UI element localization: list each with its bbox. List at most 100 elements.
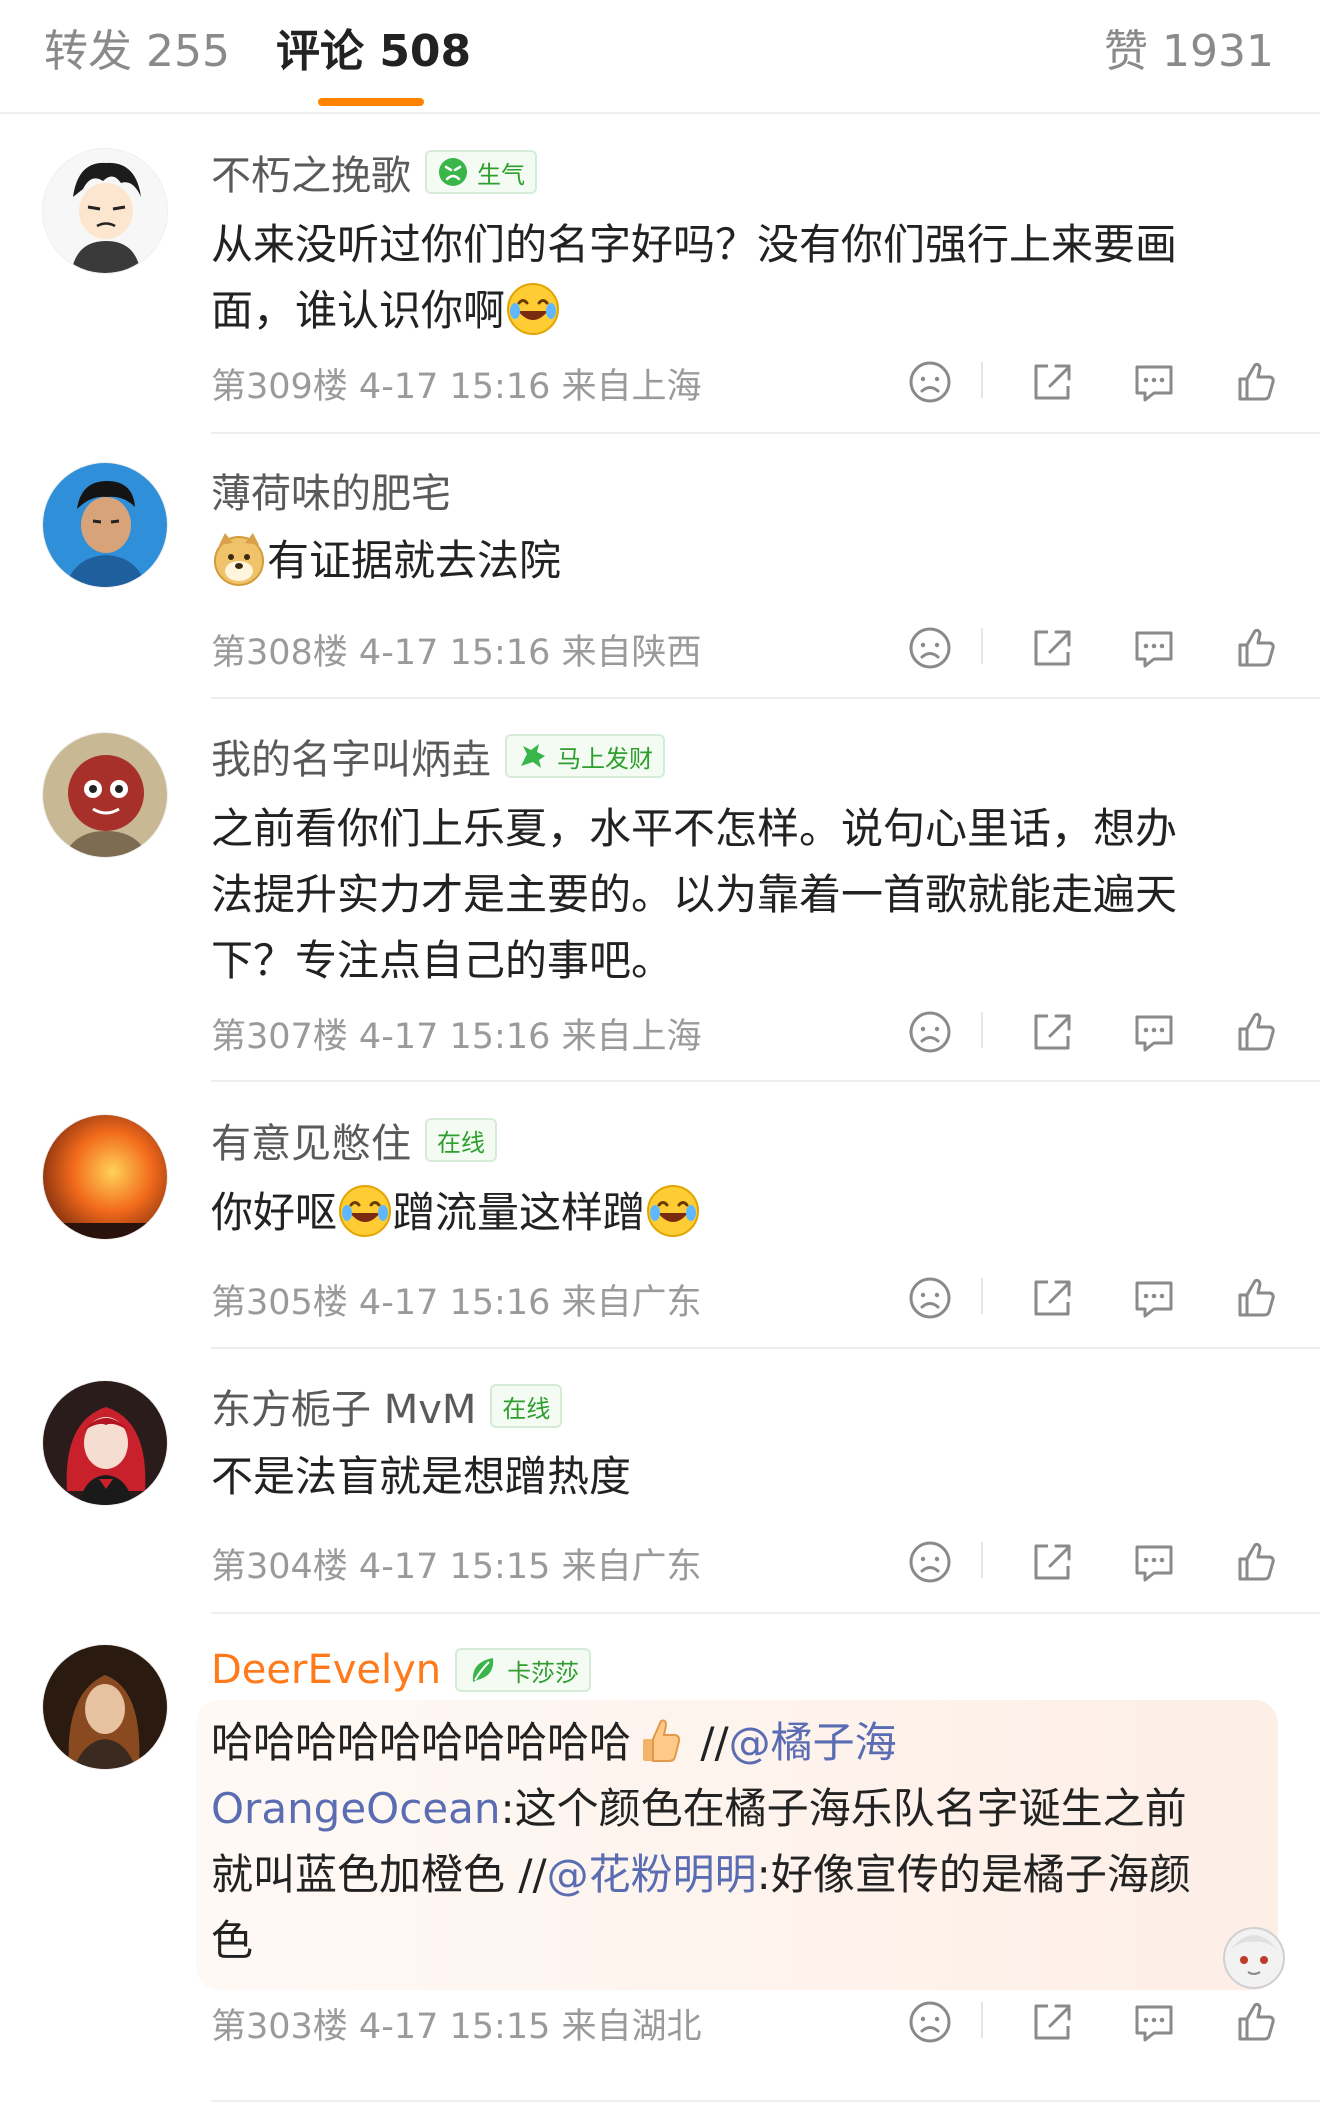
comment-text-line: 你好呕 蹭流量这样蹭	[211, 1180, 1271, 1246]
avatar[interactable]	[42, 1114, 168, 1240]
comment-meta: 第308楼 4-17 15:16 来自陕西	[211, 633, 702, 673]
comment-icon[interactable]	[1124, 1532, 1184, 1592]
comment-text-part: 哈哈哈哈哈哈哈哈哈哈	[211, 1718, 632, 1767]
action-divider	[981, 1542, 983, 1578]
divider	[211, 697, 1320, 699]
share-icon[interactable]	[1022, 1532, 1082, 1592]
sad-face-icon[interactable]	[900, 1992, 960, 2052]
comment-text-part: :好像宣传的是橘子海颜	[756, 1850, 1191, 1899]
comment-meta: 第304楼 4-17 15:15 来自广东	[211, 1547, 702, 1587]
comment-text-line: OrangeOcean:这个颜色在橘子海乐队名字诞生之前	[211, 1776, 1271, 1842]
active-tab-indicator	[318, 98, 424, 106]
comment-text-part: 就叫蓝色加橙色 //	[211, 1850, 547, 1899]
name-row: 薄荷味的肥宅	[211, 462, 451, 518]
comment-meta: 第309楼 4-17 15:16 来自上海	[211, 367, 702, 407]
comment-text-line: 之前看你们上乐夏，水平不怎样。说句心里话，想办	[211, 804, 1178, 853]
tab-reposts[interactable]: 转发 255	[44, 22, 230, 82]
action-divider	[981, 1278, 983, 1314]
sad-face-icon[interactable]	[900, 1002, 960, 1062]
comment-text-part: 你好呕	[211, 1188, 338, 1237]
thumbs-up-icon[interactable]	[1226, 1268, 1286, 1328]
comment-actions	[900, 1992, 1320, 2052]
badge-label: 马上发财	[557, 744, 653, 773]
action-divider	[981, 1012, 983, 1048]
leaf-icon	[472, 1658, 494, 1682]
comment-text-part: 蹭流量这样蹭	[393, 1188, 646, 1237]
avatar[interactable]	[42, 1380, 168, 1506]
tab-likes[interactable]: 赞 1931	[1104, 22, 1274, 82]
thumbs-up-icon[interactable]	[1226, 618, 1286, 678]
divider	[211, 2100, 1320, 2102]
sad-face-icon[interactable]	[900, 352, 960, 412]
mention-link[interactable]: OrangeOcean	[211, 1784, 501, 1833]
comment-text-line: 色	[211, 1916, 254, 1965]
comment-meta: 第303楼 4-17 15:15 来自湖北	[211, 2007, 702, 2047]
laughing-crying-emoji	[645, 1183, 701, 1239]
doge-emoji	[211, 531, 267, 587]
badge-label: 生气	[477, 160, 525, 189]
username[interactable]: 我的名字叫炳垚	[211, 727, 491, 785]
badge-label: 在线	[437, 1128, 485, 1157]
name-row: 东方栀子 MvM 在线	[211, 1377, 563, 1435]
thumbs-up-emoji	[631, 1713, 687, 1769]
name-row: DeerEvelyn 卡莎莎	[211, 1642, 592, 1698]
badge[interactable]: 生气	[425, 150, 537, 194]
badge[interactable]: 马上发财	[505, 734, 665, 778]
horse-icon	[521, 744, 545, 768]
comment-actions	[900, 352, 1320, 412]
comment-icon[interactable]	[1124, 1992, 1184, 2052]
comment-icon[interactable]	[1124, 1002, 1184, 1062]
action-divider	[981, 628, 983, 664]
comment-icon[interactable]	[1124, 618, 1184, 678]
thumbs-up-icon[interactable]	[1226, 1002, 1286, 1062]
username[interactable]: 有意见憋住	[211, 1111, 411, 1169]
comment-text: 之前看你们上乐夏，水平不怎样。说句心里话，想办 法提升实力才是主要的。以为靠着一…	[211, 796, 1271, 994]
username[interactable]: DeerEvelyn	[211, 1647, 441, 1693]
thumbs-up-icon[interactable]	[1226, 352, 1286, 412]
avatar[interactable]	[42, 148, 168, 274]
repost-slashes: //	[687, 1718, 729, 1767]
comment-icon[interactable]	[1124, 352, 1184, 412]
comment-actions	[900, 1002, 1320, 1062]
badge-label: 卡莎莎	[507, 1658, 580, 1687]
mention-link[interactable]: @花粉明明	[547, 1850, 757, 1899]
angry-face-icon	[439, 158, 467, 186]
tab-comments[interactable]: 评论 508	[276, 22, 471, 82]
sad-face-icon[interactable]	[900, 618, 960, 678]
thumbs-up-icon[interactable]	[1226, 1992, 1286, 2052]
comment-text-line-2: 面，谁认识你啊	[211, 286, 506, 335]
action-divider	[981, 362, 983, 398]
avatar[interactable]	[42, 732, 168, 858]
laughing-crying-emoji	[337, 1183, 393, 1239]
badge[interactable]: 在线	[490, 1384, 563, 1428]
share-icon[interactable]	[1022, 1002, 1082, 1062]
comment-actions	[900, 618, 1320, 678]
comment-icon[interactable]	[1124, 1268, 1184, 1328]
username[interactable]: 薄荷味的肥宅	[211, 461, 451, 519]
comment-text: 哈哈哈哈哈哈哈哈哈哈 //@橘子海 OrangeOcean:这个颜色在橘子海乐队…	[211, 1710, 1271, 1974]
comment-actions	[900, 1532, 1320, 1592]
share-icon[interactable]	[1022, 352, 1082, 412]
comment-text: 不是法盲就是想蹭热度	[211, 1444, 1271, 1510]
share-icon[interactable]	[1022, 618, 1082, 678]
mention-link[interactable]: @橘子海	[729, 1718, 897, 1767]
username[interactable]: 东方栀子 MvM	[211, 1377, 476, 1435]
badge[interactable]: 在线	[425, 1118, 497, 1162]
avatar[interactable]	[42, 462, 168, 588]
badge-label: 在线	[502, 1394, 551, 1423]
badge[interactable]: 卡莎莎	[455, 1648, 592, 1692]
comment-text-line: 面，谁认识你啊	[211, 278, 1271, 344]
sad-face-icon[interactable]	[900, 1532, 960, 1592]
sad-face-icon[interactable]	[900, 1268, 960, 1328]
comment-text-line: 不是法盲就是想蹭热度	[211, 1452, 632, 1501]
comment-meta: 第307楼 4-17 15:16 来自上海	[211, 1017, 702, 1057]
share-icon[interactable]	[1022, 1992, 1082, 2052]
cartoon-sticker-icon	[1223, 1927, 1285, 1989]
action-divider	[981, 2002, 983, 2038]
username[interactable]: 不朽之挽歌	[211, 143, 411, 201]
thumbs-up-icon[interactable]	[1226, 1532, 1286, 1592]
share-icon[interactable]	[1022, 1268, 1082, 1328]
comment-text-line: 下？专注点自己的事吧。	[211, 936, 674, 985]
avatar[interactable]	[42, 1644, 168, 1770]
comment-text-line: 从来没听过你们的名字好吗？没有你们强行上来要画	[211, 220, 1178, 269]
